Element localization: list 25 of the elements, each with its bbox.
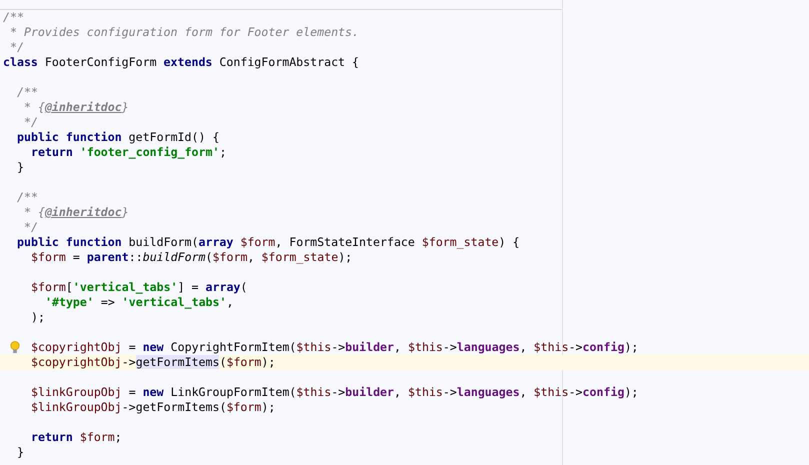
code-line: /**: [17, 85, 38, 100]
code-line: }: [17, 160, 24, 175]
code-line: * {@inheritdoc}: [24, 100, 129, 115]
code-line: * {@inheritdoc}: [24, 205, 129, 220]
code-line: */: [10, 40, 24, 55]
code-line: '#type' => 'vertical_tabs',: [45, 295, 234, 310]
code-line: /**: [3, 10, 24, 25]
code-line: }: [17, 445, 24, 460]
code-line: public function getFormId() {: [17, 130, 220, 145]
code-line: public function buildForm(array $form, FormStateInterface $form_state) {: [17, 235, 520, 250]
code-line: return $form;: [31, 430, 122, 445]
code-line: $copyrightObj->getFormItems($form);: [31, 355, 276, 370]
lightbulb-icon[interactable]: [10, 341, 20, 354]
code-line: * Provides configuration form for Footer elements.: [10, 25, 360, 40]
code-line: $form['vertical_tabs'] = array(: [31, 280, 248, 295]
code-line: /**: [17, 190, 38, 205]
code-line: */: [24, 115, 38, 130]
code-line: return 'footer_config_form';: [31, 145, 226, 160]
code-line: $form = parent::buildForm($form, $form_state);: [31, 250, 352, 265]
code-line: );: [31, 310, 45, 325]
code-line: */: [24, 220, 38, 235]
code-line: $linkGroupObj->getFormItems($form);: [31, 400, 276, 415]
code-line: class FooterConfigForm extends ConfigFormAbstract {: [3, 55, 360, 70]
code-line: $linkGroupObj = new LinkGroupFormItem($this->builder, $this->languages, $this->config);: [31, 385, 638, 400]
code-line: $copyrightObj = new CopyrightFormItem($this->builder, $this->languages, $this->config);: [31, 340, 638, 355]
